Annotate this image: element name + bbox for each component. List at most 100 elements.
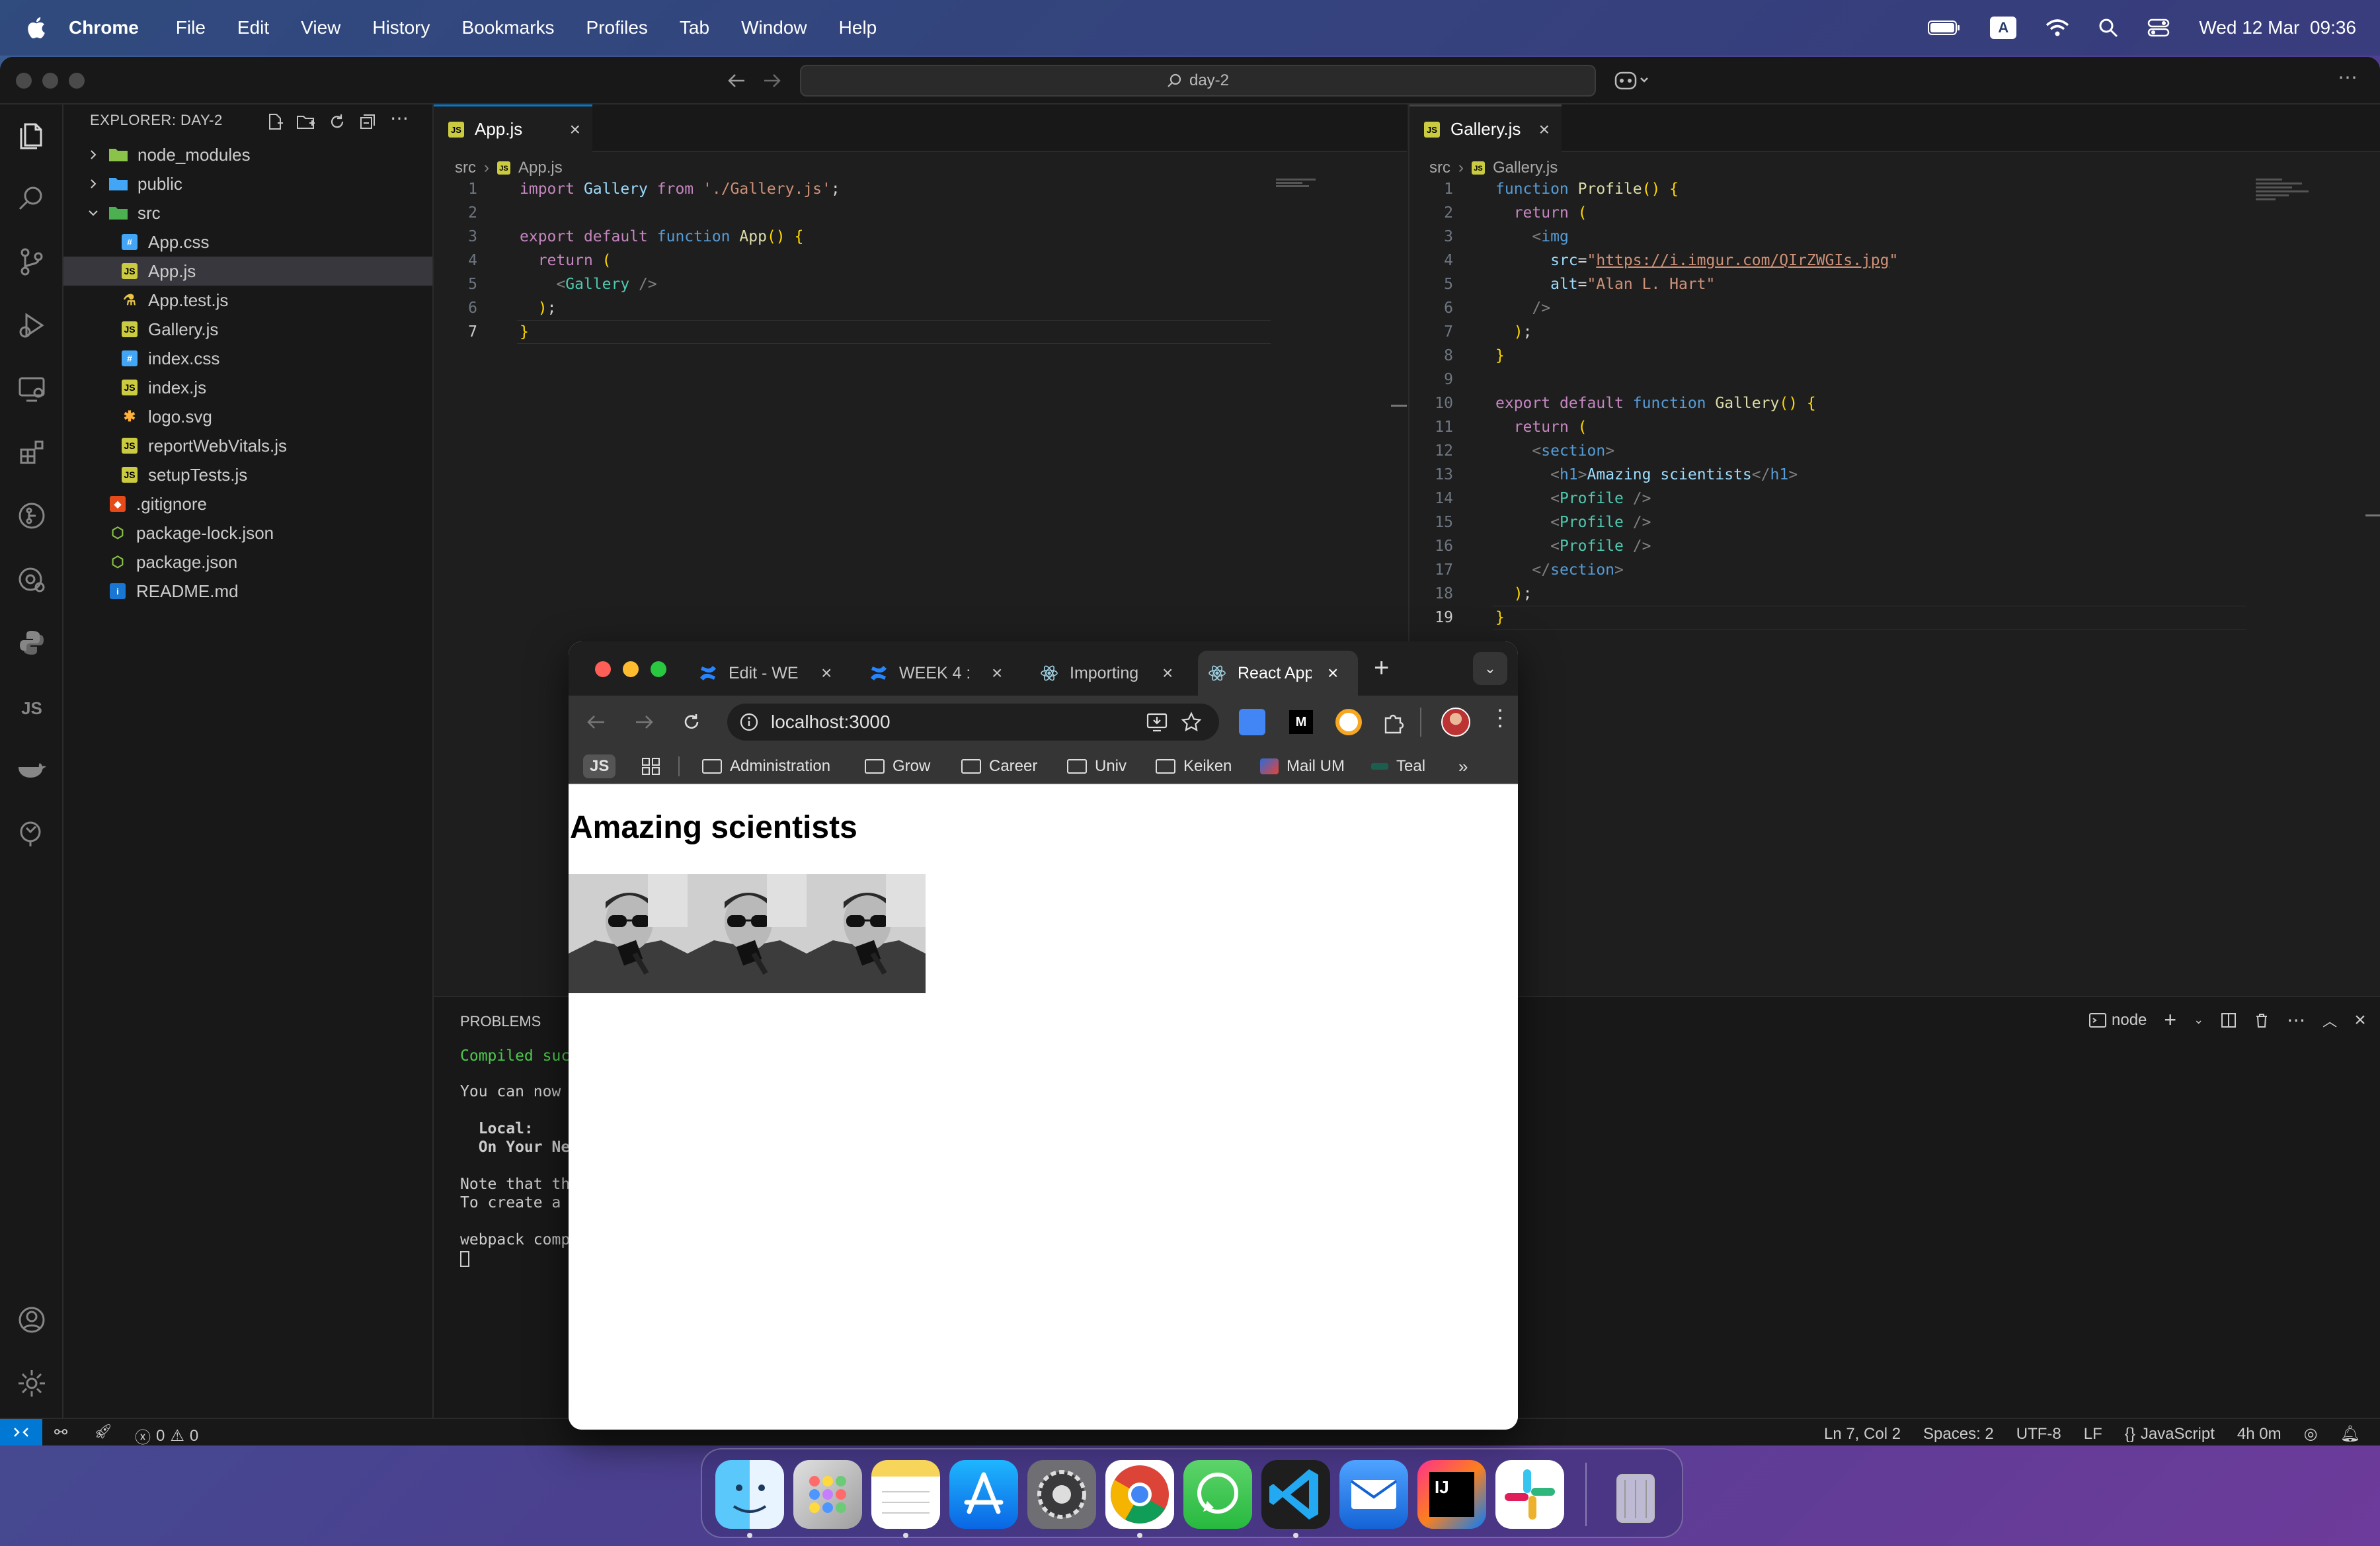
close-tab-icon[interactable]: × [1328,663,1338,684]
remote-indicator[interactable] [0,1419,42,1445]
back-arrow-icon[interactable] [586,712,607,733]
system-settings-icon[interactable] [1027,1460,1096,1529]
chevron-right-icon[interactable] [87,178,99,190]
accounts-icon[interactable] [16,1304,48,1336]
tree-item-app-test-js[interactable]: ⚗ App.test.js [63,286,432,315]
end-of-line[interactable]: LF [2084,1425,2102,1444]
tree-item-app-css[interactable]: # App.css [63,227,432,257]
maximize-panel-icon[interactable]: ︿ [2322,1010,2337,1031]
intellij-idea-icon[interactable]: IJ [1417,1460,1486,1529]
bookmark-mail-um[interactable]: Mail UM [1260,749,1345,784]
refresh-explorer-icon[interactable] [328,112,346,131]
bookmark-folder[interactable]: Administration [702,749,830,784]
menubar-app-name[interactable]: Chrome [69,17,139,38]
code-editor-gallery-js[interactable]: 1 function Profile() {2 return (3 <img 4 s… [1409,177,2380,640]
tree-item-gallery-js[interactable]: JS Gallery.js [63,315,432,344]
new-terminal-icon[interactable]: + [2164,1008,2176,1032]
tree-item-package-json[interactable]: ⬡ package.json [63,548,432,577]
site-info-icon[interactable] [739,712,759,732]
search-icon[interactable] [16,183,48,214]
spotlight-search-icon[interactable] [2098,18,2118,38]
launchpad-icon[interactable] [793,1460,862,1529]
bookmark-folder[interactable]: Keiken [1156,749,1232,784]
apple-icon[interactable] [24,15,50,41]
input-source-icon[interactable]: A [1990,17,2017,39]
tree-item-app-js[interactable]: JS App.js [63,257,432,286]
menu-tab[interactable]: Tab [680,17,709,38]
slack-icon[interactable] [1495,1460,1564,1529]
tree-item-reportwebvitals-js[interactable]: JS reportWebVitals.js [63,431,432,460]
chevron-down-icon[interactable] [87,207,99,219]
terminal-selector[interactable]: node [2089,1011,2147,1030]
tree-item-src[interactable]: src [63,198,432,227]
more-actions-icon[interactable]: ⋯ [2338,66,2358,89]
problems-status[interactable]: ⓧ 0 ⚠ 0 [135,1424,198,1446]
finder-icon[interactable] [715,1460,784,1529]
close-panel-icon[interactable]: × [2354,1009,2366,1032]
notes-icon[interactable] [871,1460,940,1529]
split-terminal-icon[interactable] [2221,1012,2237,1028]
remote-explorer-icon[interactable] [16,373,48,405]
chrome-minimize-button[interactable] [623,661,639,677]
docker-icon[interactable] [16,754,48,786]
python-icon[interactable] [16,627,48,659]
bookmark-folder[interactable]: Univ [1067,749,1127,784]
deploy-rocket-icon[interactable]: 🚀︎ [94,1423,112,1440]
more-icon[interactable]: ⋯ [2287,1009,2305,1031]
tree-item-index-css[interactable]: # index.css [63,344,432,373]
browser-tab-active[interactable]: React App × [1198,651,1358,696]
tab-search-button[interactable]: ⌄ [1473,652,1507,685]
address-bar[interactable]: localhost:3000 [727,704,1219,741]
new-file-icon[interactable] [266,112,284,131]
copilot-icon[interactable] [1613,69,1650,93]
apps-grid-icon[interactable] [641,757,661,776]
explorer-more-icon[interactable]: ⋯ [390,107,409,129]
app-store-icon[interactable] [949,1460,1018,1529]
control-center-icon[interactable] [2147,18,2170,38]
chrome-icon[interactable] [1105,1460,1174,1529]
accessibility-icon[interactable]: ⚯ [54,1423,67,1442]
bookmark-folder[interactable]: Grow [865,749,930,784]
close-tab-icon[interactable]: × [821,663,832,684]
bookmark-teal[interactable]: Teal [1371,749,1425,784]
menu-bookmarks[interactable]: Bookmarks [461,17,554,38]
new-folder-icon[interactable] [296,112,316,131]
vscode-icon[interactable] [1261,1460,1330,1529]
encoding[interactable]: UTF-8 [2016,1425,2061,1444]
tree-item-node-modules[interactable]: node_modules [63,140,432,169]
forward-arrow-icon[interactable] [762,71,781,90]
chrome-close-button[interactable] [595,661,611,677]
medium-extension-icon[interactable]: M [1289,710,1313,734]
language-mode[interactable]: {} JavaScript [2125,1425,2215,1444]
tab-gallery-js[interactable]: JS Gallery.js × [1409,104,1562,152]
more-bookmarks-icon[interactable]: » [1458,756,1468,777]
menu-edit[interactable]: Edit [237,17,269,38]
git-graph-icon[interactable] [16,500,48,532]
forward-arrow-icon[interactable] [633,712,654,733]
browser-tab[interactable]: Importing × [1039,651,1205,696]
reload-icon[interactable] [681,712,702,733]
window-zoom-button[interactable] [69,73,85,89]
trash-icon[interactable] [1601,1460,1670,1529]
tree-item-package-lock-json[interactable]: ⬡ package-lock.json [63,518,432,548]
chrome-menu-icon[interactable]: ⋮ [1489,705,1511,731]
bookmark-js[interactable]: JS [583,749,616,784]
explorer-files-icon[interactable] [16,119,48,151]
profile-avatar[interactable] [1441,708,1470,737]
extensions-icon[interactable] [16,436,48,468]
tree-item-logo-svg[interactable]: ✱ logo.svg [63,402,432,431]
panel-tab-problems[interactable]: PROBLEMS [460,1013,541,1030]
tree-item-index-js[interactable]: JS index.js [63,373,432,402]
extensions-puzzle-icon[interactable] [1382,710,1406,734]
menu-help[interactable]: Help [839,17,877,38]
copilot-status-icon[interactable]: ◎ [2304,1424,2318,1444]
tree-item-gitignore[interactable]: ◆ .gitignore [63,489,432,518]
tree-item-public[interactable]: public [63,169,432,198]
mail-icon[interactable] [1339,1460,1408,1529]
time-tracker[interactable]: 4h 0m [2237,1425,2281,1444]
chrome-zoom-button[interactable] [651,661,666,677]
gitlens-icon[interactable] [16,563,48,595]
source-control-icon[interactable] [16,246,48,278]
window-close-button[interactable] [16,73,32,89]
menu-window[interactable]: Window [741,17,807,38]
